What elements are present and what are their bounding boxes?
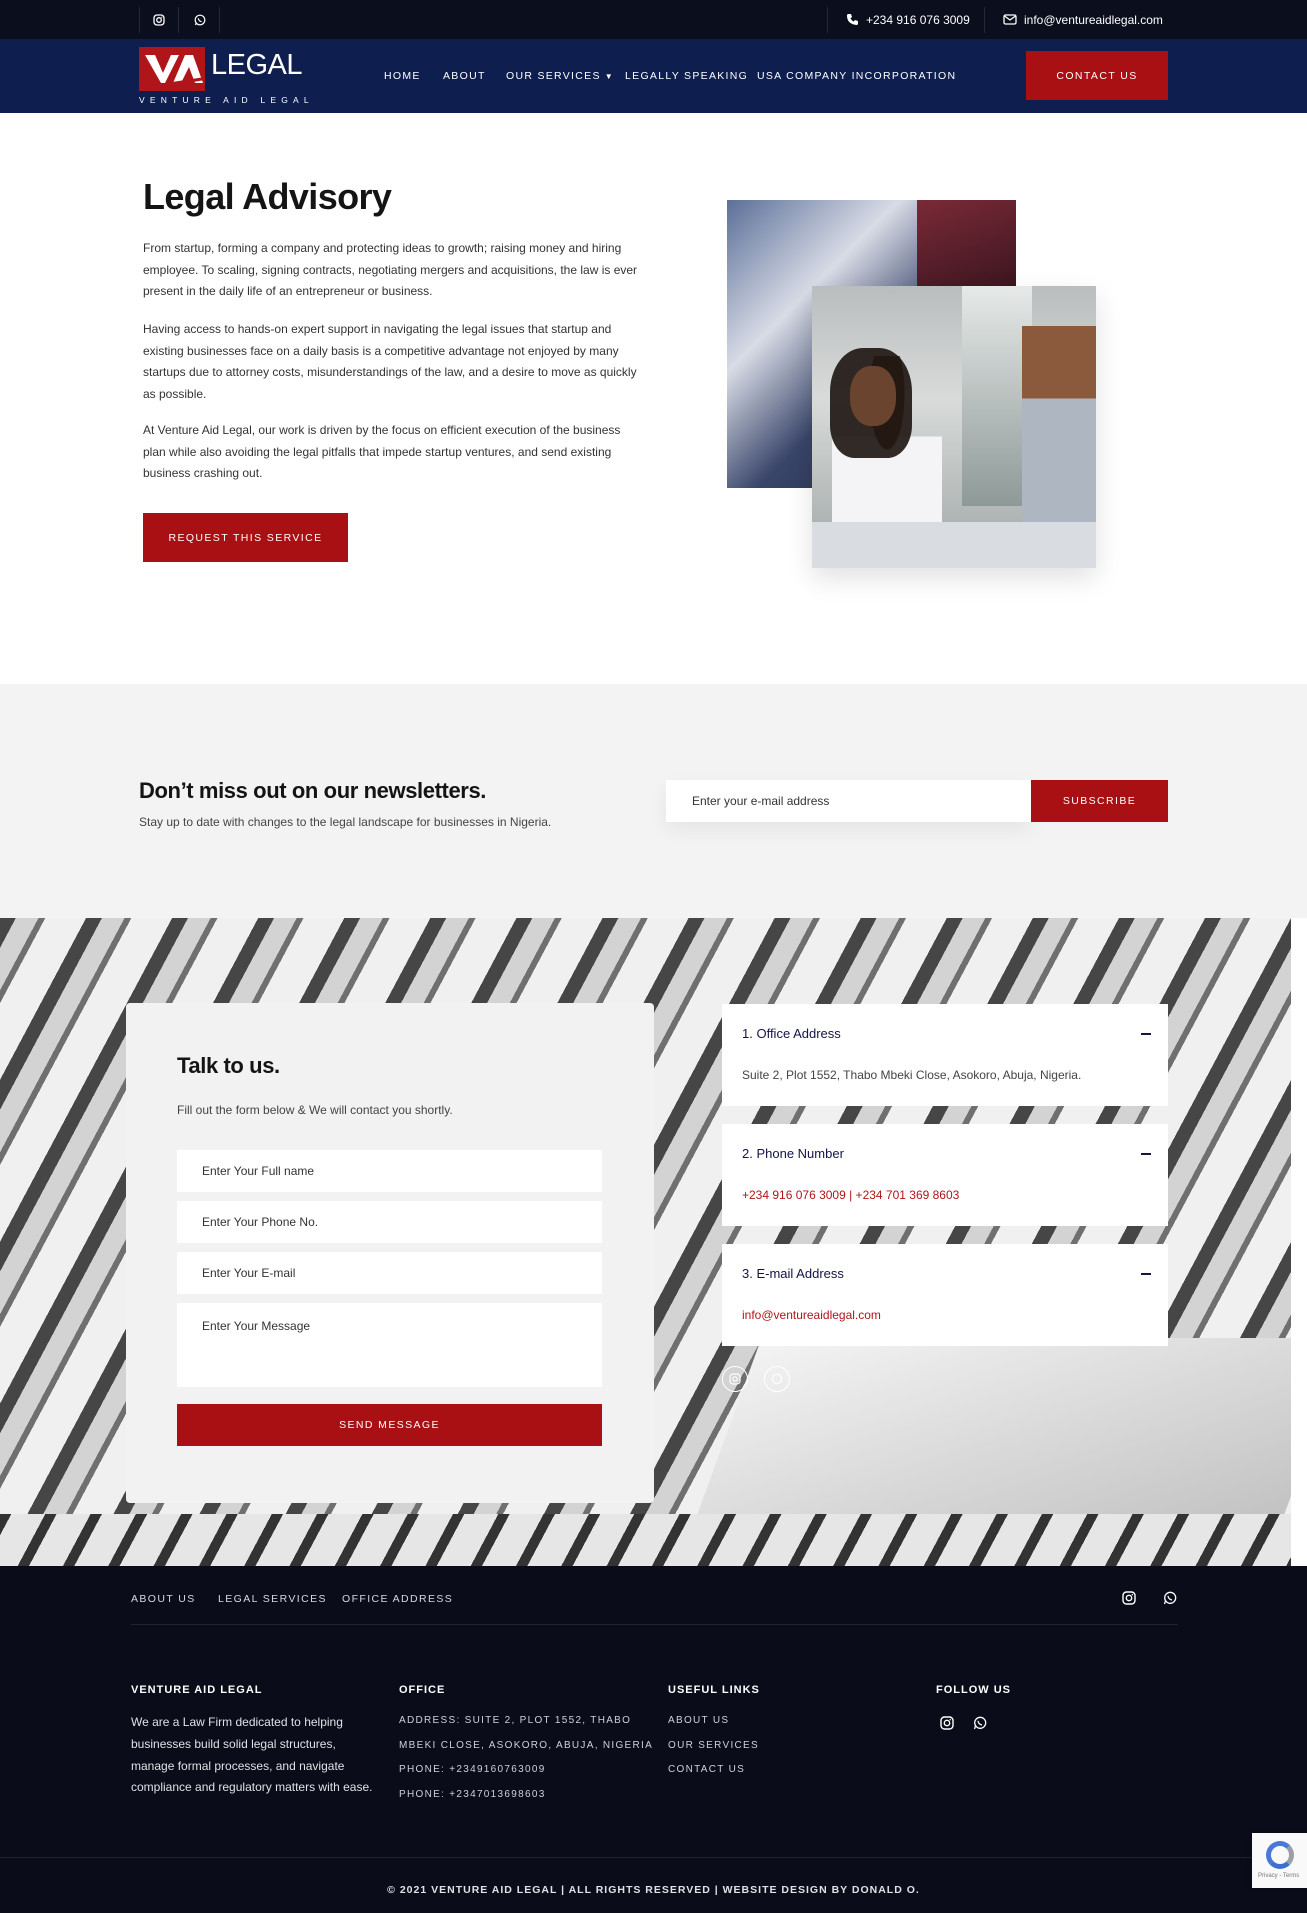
full-name-field[interactable]: Enter Your Full name — [177, 1150, 602, 1192]
nav-our-services-label: OUR SERVICES — [506, 70, 601, 82]
instagram-icon[interactable] — [1122, 1591, 1136, 1605]
newsletter-email-input[interactable]: Enter your e-mail address — [666, 780, 1032, 822]
main-navbar: LEGAL VENTURE AID LEGAL HOME ABOUT OUR S… — [0, 39, 1307, 113]
footer-link-services[interactable]: OUR SERVICES — [668, 1740, 759, 1765]
accordion-office-address[interactable]: 1. Office Address Suite 2, Plot 1552, Th… — [722, 1004, 1168, 1106]
nav-legally-speaking[interactable]: LEGALLY SPEAKING — [625, 70, 748, 82]
accordion-title: 3. E-mail Address — [742, 1266, 844, 1281]
newsletter-title: Don’t miss out on our newsletters. — [139, 778, 486, 803]
footer-office-line[interactable]: PHONE: +2349160763009 — [399, 1764, 653, 1789]
page-title: Legal Advisory — [143, 176, 392, 217]
accordion-phone-number[interactable]: 2. Phone Number +234 916 076 3009 | +234… — [722, 1124, 1168, 1226]
accordion-email-address[interactable]: 3. E-mail Address info@ventureaidlegal.c… — [722, 1244, 1168, 1346]
footer: ABOUT US LEGAL SERVICES OFFICE ADDRESS V… — [0, 1566, 1307, 1913]
top-email[interactable]: info@ventureaidlegal.com — [1003, 0, 1163, 39]
footer-useful-links: ABOUT US OUR SERVICES CONTACT US — [668, 1715, 759, 1789]
copyright: © 2021 VENTURE AID LEGAL | ALL RIGHTS RE… — [387, 1884, 920, 1896]
whatsapp-icon[interactable] — [1163, 1591, 1177, 1605]
footer-link-about[interactable]: ABOUT US — [668, 1715, 759, 1740]
hero-paragraph-2: Having access to hands-on expert support… — [143, 322, 637, 401]
meeting-photo-front — [812, 286, 1096, 568]
top-email-text: info@ventureaidlegal.com — [1024, 12, 1163, 27]
hero-paragraph-1: From startup, forming a company and prot… — [143, 241, 638, 298]
instagram-icon[interactable] — [139, 7, 179, 33]
nav-our-services[interactable]: OUR SERVICES ▼ — [506, 70, 614, 82]
footer-link-legal-services[interactable]: LEGAL SERVICES — [218, 1593, 327, 1605]
phone-field[interactable]: Enter Your Phone No. — [177, 1201, 602, 1243]
email-field[interactable]: Enter Your E-mail — [177, 1252, 602, 1294]
footer-heading-office: OFFICE — [399, 1684, 446, 1696]
nav-about[interactable]: ABOUT — [443, 70, 486, 82]
send-message-button[interactable]: SEND MESSAGE — [177, 1404, 602, 1446]
top-phone-text: +234 916 076 3009 — [866, 12, 970, 27]
footer-heading-follow-us: FOLLOW US — [936, 1684, 1011, 1696]
footer-about-text: We are a Law Firm dedicated to helping b… — [131, 1715, 373, 1795]
footer-office-line: MBEKI CLOSE, ASOKORO, ABUJA, NIGERIA — [399, 1739, 654, 1751]
nav-home[interactable]: HOME — [384, 70, 421, 82]
minus-icon[interactable] — [1141, 1273, 1151, 1275]
footer-office-line: ADDRESS: SUITE 2, PLOT 1552, THABO — [399, 1715, 632, 1726]
minus-icon[interactable] — [1141, 1153, 1151, 1155]
contact-us-button[interactable]: CONTACT US — [1026, 51, 1168, 100]
top-bar: +234 916 076 3009 info@ventureaidlegal.c… — [0, 0, 1307, 39]
logo[interactable]: LEGAL VENTURE AID LEGAL — [139, 47, 309, 105]
message-field[interactable]: Enter Your Message — [177, 1303, 602, 1387]
newsletter-subtitle: Stay up to date with changes to the lega… — [139, 815, 552, 829]
footer-link-contact[interactable]: CONTACT US — [668, 1764, 759, 1789]
footer-link-office-address[interactable]: OFFICE ADDRESS — [342, 1593, 453, 1605]
top-phone[interactable]: +234 916 076 3009 — [846, 0, 970, 39]
subscribe-button[interactable]: SUBSCRIBE — [1031, 780, 1168, 822]
accordion-title: 2. Phone Number — [742, 1146, 844, 1161]
footer-office-list: ADDRESS: SUITE 2, PLOT 1552, THABO MBEKI… — [399, 1715, 653, 1813]
logo-mark — [139, 47, 205, 91]
chevron-down-icon: ▼ — [604, 72, 614, 81]
footer-link-about-us[interactable]: ABOUT US — [131, 1593, 196, 1605]
instagram-icon[interactable] — [940, 1716, 954, 1730]
accordion-value[interactable]: info@ventureaidlegal.com — [742, 1308, 881, 1322]
accordion-value: Suite 2, Plot 1552, Thabo Mbeki Close, A… — [742, 1068, 1082, 1082]
accordion-title: 1. Office Address — [742, 1026, 841, 1041]
logo-tagline: VENTURE AID LEGAL — [139, 95, 314, 105]
newsletter-section: Don’t miss out on our newsletters. Stay … — [0, 684, 1307, 918]
contact-title: Talk to us. — [177, 1053, 280, 1078]
footer-heading-brand: VENTURE AID LEGAL — [131, 1684, 263, 1696]
contact-form: Talk to us. Fill out the form below & We… — [126, 1003, 654, 1503]
recaptcha-terms[interactable]: Privacy - Terms — [1258, 1873, 1299, 1879]
nav-usa-company-incorporation[interactable]: USA COMPANY INCORPORATION — [757, 70, 956, 82]
minus-icon[interactable] — [1141, 1033, 1151, 1035]
mail-icon — [1003, 14, 1017, 25]
footer-heading-useful-links: USEFUL LINKS — [668, 1684, 760, 1696]
request-service-button[interactable]: REQUEST THIS SERVICE — [143, 513, 348, 562]
recaptcha-icon — [1266, 1841, 1294, 1869]
logo-word: LEGAL — [211, 49, 303, 81]
contact-lead: Fill out the form below & We will contac… — [177, 1103, 453, 1117]
phone-icon — [847, 14, 858, 25]
whatsapp-icon[interactable] — [180, 7, 220, 33]
accordion-value[interactable]: +234 916 076 3009 | +234 701 369 8603 — [742, 1188, 959, 1202]
whatsapp-icon[interactable] — [764, 1366, 790, 1392]
recaptcha-badge[interactable]: Privacy - Terms — [1252, 1833, 1307, 1888]
hero-paragraph-3: At Venture Aid Legal, our work is driven… — [143, 423, 621, 480]
instagram-icon[interactable] — [722, 1366, 748, 1392]
footer-office-line[interactable]: PHONE: +2347013698603 — [399, 1789, 653, 1814]
whatsapp-icon[interactable] — [973, 1716, 987, 1730]
